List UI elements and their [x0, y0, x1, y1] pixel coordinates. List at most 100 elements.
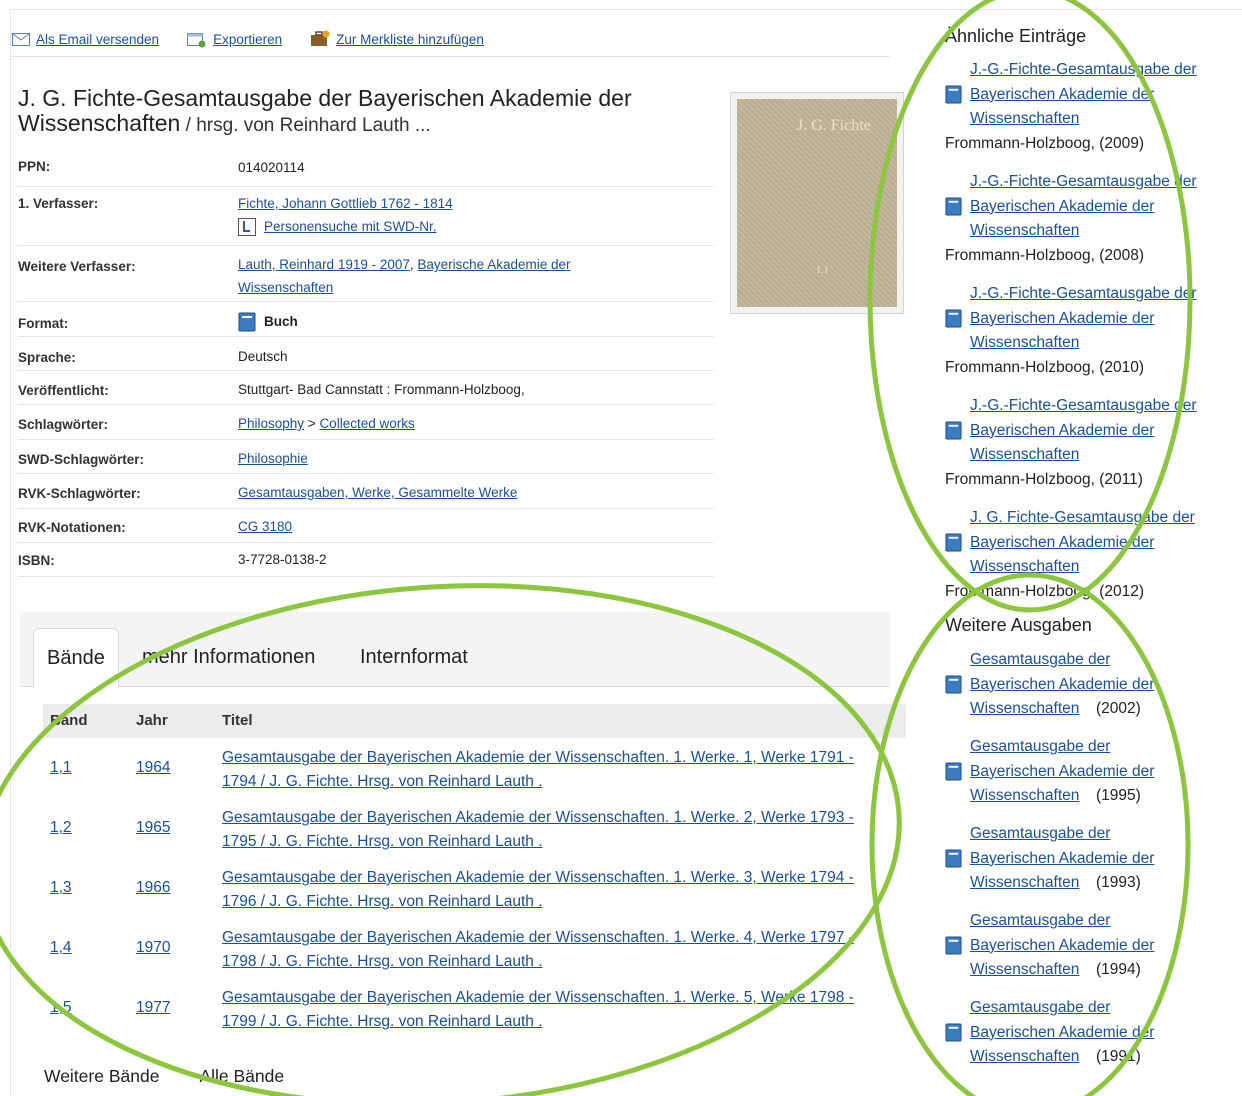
frame-left-border	[10, 9, 11, 1096]
volume-pager: Weitere Bände Alle Bände	[44, 1066, 324, 1087]
similar-entry-link[interactable]: J. G. Fichte-Gesamtausgabe der Bayerisch…	[970, 506, 1230, 580]
volume-year-link[interactable]: 1966	[136, 879, 170, 897]
book-icon	[945, 309, 962, 328]
detail-value-coauthors: Lauth, Reinhard 1919 - 2007, Bayerische …	[238, 253, 618, 299]
tab-more-information[interactable]: mehr Informationen	[142, 628, 315, 686]
cover-volume-text: I,1	[817, 264, 829, 276]
detail-row-language: Sprache: Deutsch	[18, 337, 714, 371]
record-tabs: Bände mehr Informationen Internformat	[20, 612, 890, 688]
detail-label: RVK-Notationen:	[18, 520, 126, 535]
volume-band-link[interactable]: 1,5	[50, 999, 72, 1017]
column-header-title: Titel	[222, 712, 253, 729]
similar-entry-link[interactable]: J.-G.-Fichte-Gesamtausgabe der Bayerisch…	[970, 394, 1230, 468]
other-editions-heading: Weitere Ausgaben	[945, 615, 1092, 635]
book-icon	[945, 421, 962, 440]
detail-row-format: Format: Buch	[18, 302, 714, 337]
email-link[interactable]: Als Email versenden	[36, 32, 159, 47]
edition-year: (1994)	[1096, 961, 1141, 978]
author-link[interactable]: Fichte, Johann Gottlieb 1762 - 1814	[238, 196, 453, 211]
subject-link-philosophy[interactable]: Philosophy	[238, 416, 304, 431]
coauthor-link-lauth[interactable]: Lauth, Reinhard 1919 - 2007	[238, 257, 410, 272]
volume-band-link[interactable]: 1,3	[50, 879, 72, 897]
person-search-link[interactable]: Personensuche mit SWD-Nr.	[264, 215, 437, 238]
similar-entry-publisher: Frommann-Holzboog, (2012)	[945, 582, 1145, 600]
rvk-notation-link[interactable]: CG 3180	[238, 515, 292, 538]
similar-entry-link[interactable]: J.-G.-Fichte-Gesamtausgabe der Bayerisch…	[970, 170, 1230, 244]
detail-row-subjects: Schlagwörter: Philosophy > Collected wor…	[18, 405, 714, 440]
table-row: 1,5 1977 Gesamtausgabe der Bayerischen A…	[43, 984, 906, 1044]
record-actions: Als Email versenden Exportieren Zur Merk…	[12, 29, 512, 49]
subject-link-collected-works[interactable]: Collected works	[319, 416, 414, 431]
subject-separator: >	[304, 416, 320, 431]
more-volumes-link[interactable]: Weitere Bände	[44, 1066, 159, 1086]
similar-entry-publisher: Frommann-Holzboog, (2009)	[945, 134, 1145, 152]
table-row: 1,4 1970 Gesamtausgabe der Bayerischen A…	[43, 924, 906, 984]
similar-entry-publisher: Frommann-Holzboog, (2010)	[945, 358, 1145, 376]
volume-year-link[interactable]: 1970	[136, 939, 170, 957]
volume-year-link[interactable]: 1964	[136, 759, 170, 777]
cover-image: J. G. Fichte I,1	[730, 92, 904, 314]
volume-band-link[interactable]: 1,4	[50, 939, 72, 957]
book-icon	[238, 312, 256, 331]
volume-title-link[interactable]: Gesamtausgabe der Bayerischen Akademie d…	[222, 986, 872, 1034]
similar-entry-publisher: Frommann-Holzboog, (2008)	[945, 246, 1145, 264]
list-item: J.-G.-Fichte-Gesamtausgabe der Bayerisch…	[945, 394, 1235, 492]
action-divider	[10, 56, 890, 57]
book-icon	[945, 849, 962, 868]
volume-title-link[interactable]: Gesamtausgabe der Bayerischen Akademie d…	[222, 926, 872, 974]
list-item: Gesamtausgabe der Bayerischen Akademie d…	[945, 996, 1235, 1070]
export-link[interactable]: Exportieren	[213, 32, 282, 47]
detail-value-isbn: 3-7728-0138-2	[238, 552, 327, 567]
detail-row-swd: SWD-Schlagwörter: Philosophie	[18, 440, 714, 474]
email-action[interactable]: Als Email versenden	[12, 32, 159, 47]
volume-title-link[interactable]: Gesamtausgabe der Bayerischen Akademie d…	[222, 806, 872, 854]
book-icon	[945, 936, 962, 955]
volume-title-link[interactable]: Gesamtausgabe der Bayerischen Akademie d…	[222, 746, 872, 794]
detail-value-subjects: Philosophy > Collected works	[238, 412, 618, 435]
detail-value-format: Buch	[238, 310, 618, 333]
similar-entry-publisher: Frommann-Holzboog, (2011)	[945, 470, 1143, 488]
list-item: J.-G.-Fichte-Gesamtausgabe der Bayerisch…	[945, 58, 1235, 156]
volume-year-link[interactable]: 1965	[136, 819, 170, 837]
detail-row-coauthors: Weitere Verfasser: Lauth, Reinhard 1919 …	[18, 246, 714, 302]
bookmark-link[interactable]: Zur Merkliste hinzufügen	[336, 32, 484, 47]
detail-label: Sprache:	[18, 350, 76, 365]
volumes-table-header: Band Jahr Titel	[43, 704, 906, 738]
detail-label: Schlagwörter:	[18, 417, 109, 432]
tab-internal-format[interactable]: Internformat	[360, 628, 468, 686]
briefcase-icon	[311, 30, 330, 46]
detail-label: SWD-Schlagwörter:	[18, 452, 145, 467]
book-icon	[945, 85, 962, 104]
tab-volumes[interactable]: Bände	[33, 628, 119, 688]
detail-label: RVK-Schlagwörter:	[18, 486, 141, 501]
volume-year-link[interactable]: 1977	[136, 999, 170, 1017]
list-item: J.-G.-Fichte-Gesamtausgabe der Bayerisch…	[945, 282, 1235, 380]
bookmark-action[interactable]: Zur Merkliste hinzufügen	[310, 30, 484, 48]
table-row: 1,2 1965 Gesamtausgabe der Bayerischen A…	[43, 804, 906, 864]
edition-year: (1995)	[1096, 787, 1141, 804]
detail-row-published: Veröffentlicht: Stuttgart- Bad Cannstatt…	[18, 371, 714, 405]
detail-row-rvk-subjects: RVK-Schlagwörter: Gesamtausgaben, Werke,…	[18, 474, 714, 509]
similar-entry-link[interactable]: J.-G.-Fichte-Gesamtausgabe der Bayerisch…	[970, 282, 1230, 356]
format-value: Buch	[264, 314, 298, 329]
column-header-year: Jahr	[136, 712, 168, 729]
detail-row-author: 1. Verfasser: Fichte, Johann Gottlieb 17…	[18, 187, 714, 246]
all-volumes-link[interactable]: Alle Bände	[199, 1066, 284, 1086]
list-item: Gesamtausgabe der Bayerischen Akademie d…	[945, 909, 1235, 983]
table-row: 1,1 1964 Gesamtausgabe der Bayerischen A…	[43, 744, 906, 804]
envelope-icon	[12, 32, 30, 46]
volume-band-link[interactable]: 1,2	[50, 819, 72, 837]
list-item: Gesamtausgabe der Bayerischen Akademie d…	[945, 648, 1235, 722]
volume-title-link[interactable]: Gesamtausgabe der Bayerischen Akademie d…	[222, 866, 872, 914]
column-header-band: Band	[50, 712, 88, 729]
book-icon	[945, 762, 962, 781]
swd-link[interactable]: Philosophie	[238, 447, 308, 470]
export-action[interactable]: Exportieren	[187, 31, 282, 48]
similar-entry-link[interactable]: J.-G.-Fichte-Gesamtausgabe der Bayerisch…	[970, 58, 1230, 132]
person-search-icon[interactable]	[238, 217, 256, 236]
detail-value-author: Fichte, Johann Gottlieb 1762 - 1814 Pers…	[238, 192, 618, 238]
edition-year: (1993)	[1096, 874, 1141, 891]
volume-band-link[interactable]: 1,1	[50, 759, 72, 777]
rvk-subjects-link[interactable]: Gesamtausgaben, Werke, Gesammelte Werke	[238, 481, 517, 504]
detail-row-isbn: ISBN: 3-7728-0138-2	[18, 543, 714, 577]
